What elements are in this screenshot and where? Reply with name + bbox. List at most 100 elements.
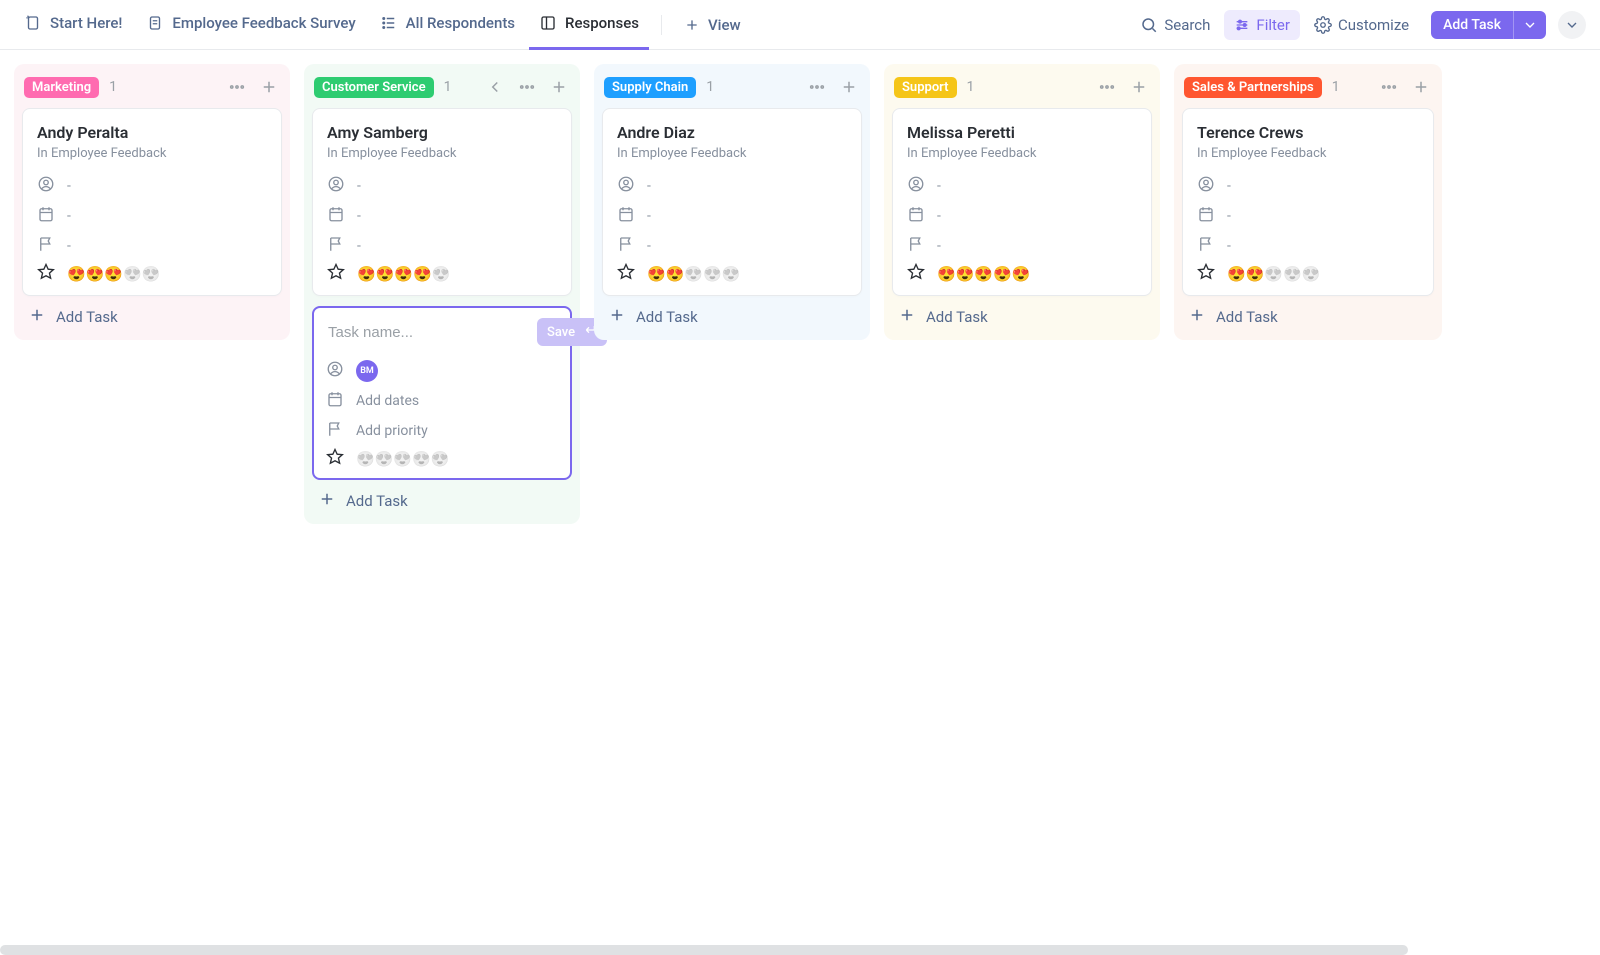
task-name-input[interactable] (326, 323, 529, 342)
card-assignee-row[interactable]: - (907, 171, 1137, 201)
task-card[interactable]: Amy SambergIn Employee Feedback---😍😍😍😍😍 (312, 108, 572, 296)
user-icon (326, 360, 344, 382)
tab-responses[interactable]: Responses (529, 0, 649, 50)
board-column: Marketing1Andy PeraltaIn Employee Feedba… (14, 64, 290, 340)
add-task-label: Add Task (56, 308, 118, 326)
field-value: - (1227, 238, 1231, 254)
column-add-icon[interactable] (838, 76, 860, 98)
card-rating-row[interactable]: 😍😍😍😍😍 (327, 263, 557, 285)
add-task-primary-dropdown[interactable] (1513, 11, 1546, 39)
composer-dates-row[interactable]: Add dates (326, 386, 558, 416)
filter-button[interactable]: Filter (1224, 10, 1300, 40)
composer-assignee-row[interactable]: BM (326, 356, 558, 386)
card-rating-row[interactable]: 😍😍😍😍😍 (37, 263, 267, 285)
card-assignee-row[interactable]: - (37, 171, 267, 201)
field-value: - (937, 208, 941, 224)
composer-priority-row[interactable]: Add priority (326, 416, 558, 446)
tab-start-here[interactable]: Start Here! (14, 0, 132, 50)
card-rating-row[interactable]: 😍😍😍😍😍 (617, 263, 847, 285)
card-rating-row[interactable]: 😍😍😍😍😍 (907, 263, 1137, 285)
card-priority-row[interactable]: - (907, 231, 1137, 261)
card-dates-row[interactable]: - (907, 201, 1137, 231)
column-label[interactable]: Supply Chain (604, 77, 696, 98)
doc-icon (146, 14, 164, 32)
column-add-task-button[interactable]: Add Task (1182, 296, 1434, 332)
plus-icon (684, 17, 700, 33)
add-task-primary-label-seg[interactable]: Add Task (1431, 11, 1513, 39)
column-add-task-button[interactable]: Add Task (892, 296, 1152, 332)
composer-rating-row[interactable]: 😍😍😍😍😍 (326, 448, 558, 470)
calendar-icon (326, 390, 344, 412)
field-value: - (357, 208, 361, 224)
column-more-icon[interactable] (806, 76, 828, 98)
star-icon (327, 263, 345, 285)
task-card[interactable]: Melissa PerettiIn Employee Feedback---😍😍… (892, 108, 1152, 296)
add-task-primary-label: Add Task (1443, 17, 1501, 33)
card-title: Amy Samberg (327, 123, 557, 142)
task-card[interactable]: Terence CrewsIn Employee Feedback---😍😍😍😍… (1182, 108, 1434, 296)
add-view-button[interactable]: View (674, 16, 751, 34)
tab-label: All Respondents (406, 14, 515, 32)
column-add-icon[interactable] (1410, 76, 1432, 98)
column-add-task-button[interactable]: Add Task (22, 296, 282, 332)
search-icon (1140, 16, 1158, 34)
collapse-left-icon[interactable] (484, 76, 506, 98)
column-add-task-button[interactable]: Add Task (312, 480, 572, 516)
column-label[interactable]: Sales & Partnerships (1184, 77, 1322, 98)
add-task-primary[interactable]: Add Task (1431, 11, 1546, 39)
column-add-icon[interactable] (548, 76, 570, 98)
star-icon (617, 263, 635, 285)
column-add-icon[interactable] (258, 76, 280, 98)
column-more-icon[interactable] (226, 76, 248, 98)
kanban-board[interactable]: Marketing 1 Andy Peralta In Employee Feedba… (0, 50, 1600, 538)
card-dates-row[interactable]: - (37, 201, 267, 231)
plus-icon (28, 306, 46, 328)
card-dates-row[interactable]: - (617, 201, 847, 231)
card-priority-row[interactable]: - (617, 231, 847, 261)
task-card[interactable]: Andy PeraltaIn Employee Feedback---😍😍😍😍😍 (22, 108, 282, 296)
search-button[interactable]: Search (1130, 10, 1220, 40)
tab-all-respondents[interactable]: All Respondents (370, 0, 525, 50)
column-more-icon[interactable] (1096, 76, 1118, 98)
avatar[interactable]: BM (356, 360, 378, 382)
column-count: 1 (444, 79, 452, 95)
card-title: Andy Peralta (37, 123, 267, 142)
tab-survey[interactable]: Employee Feedback Survey (136, 0, 365, 50)
toolbar-more-button[interactable] (1558, 11, 1586, 39)
emoji-rating: 😍😍😍😍😍 (1227, 265, 1320, 283)
column-label[interactable]: Support (894, 77, 957, 98)
card-rating-row[interactable]: 😍😍😍😍😍 (1197, 263, 1419, 285)
divider (661, 15, 662, 35)
card-dates-row[interactable]: - (327, 201, 557, 231)
column-label[interactable]: Customer Service (314, 77, 434, 98)
column-add-task-button[interactable]: Add Task (602, 296, 862, 332)
card-assignee-row[interactable]: - (327, 171, 557, 201)
column-add-icon[interactable] (1128, 76, 1150, 98)
card-assignee-row[interactable]: - (617, 171, 847, 201)
column-label[interactable]: Marketing (24, 77, 99, 98)
customize-label: Customize (1338, 16, 1409, 34)
add-task-label: Add Task (1216, 308, 1278, 326)
card-assignee-row[interactable]: - (1197, 171, 1419, 201)
flag-icon (327, 235, 345, 257)
card-subtext: In Employee Feedback (37, 146, 267, 161)
board-column: Support1Melissa PerettiIn Employee Feedb… (884, 64, 1160, 340)
column-more-icon[interactable] (1378, 76, 1400, 98)
calendar-icon (37, 205, 55, 227)
field-value: - (1227, 208, 1231, 224)
add-dates-label: Add dates (356, 393, 419, 409)
card-priority-row[interactable]: - (37, 231, 267, 261)
card-priority-row[interactable]: - (1197, 231, 1419, 261)
card-priority-row[interactable]: - (327, 231, 557, 261)
task-card[interactable]: Andre DiazIn Employee Feedback---😍😍😍😍😍 (602, 108, 862, 296)
gear-icon (1314, 16, 1332, 34)
plus-icon (898, 306, 916, 328)
flag-icon (1197, 235, 1215, 257)
customize-button[interactable]: Customize (1304, 10, 1419, 40)
card-title: Melissa Peretti (907, 123, 1137, 142)
board-column: Supply Chain1Andre DiazIn Employee Feedb… (594, 64, 870, 340)
column-more-icon[interactable] (516, 76, 538, 98)
star-icon (326, 448, 344, 470)
card-dates-row[interactable]: - (1197, 201, 1419, 231)
horizontal-scrollbar[interactable] (0, 945, 1408, 955)
